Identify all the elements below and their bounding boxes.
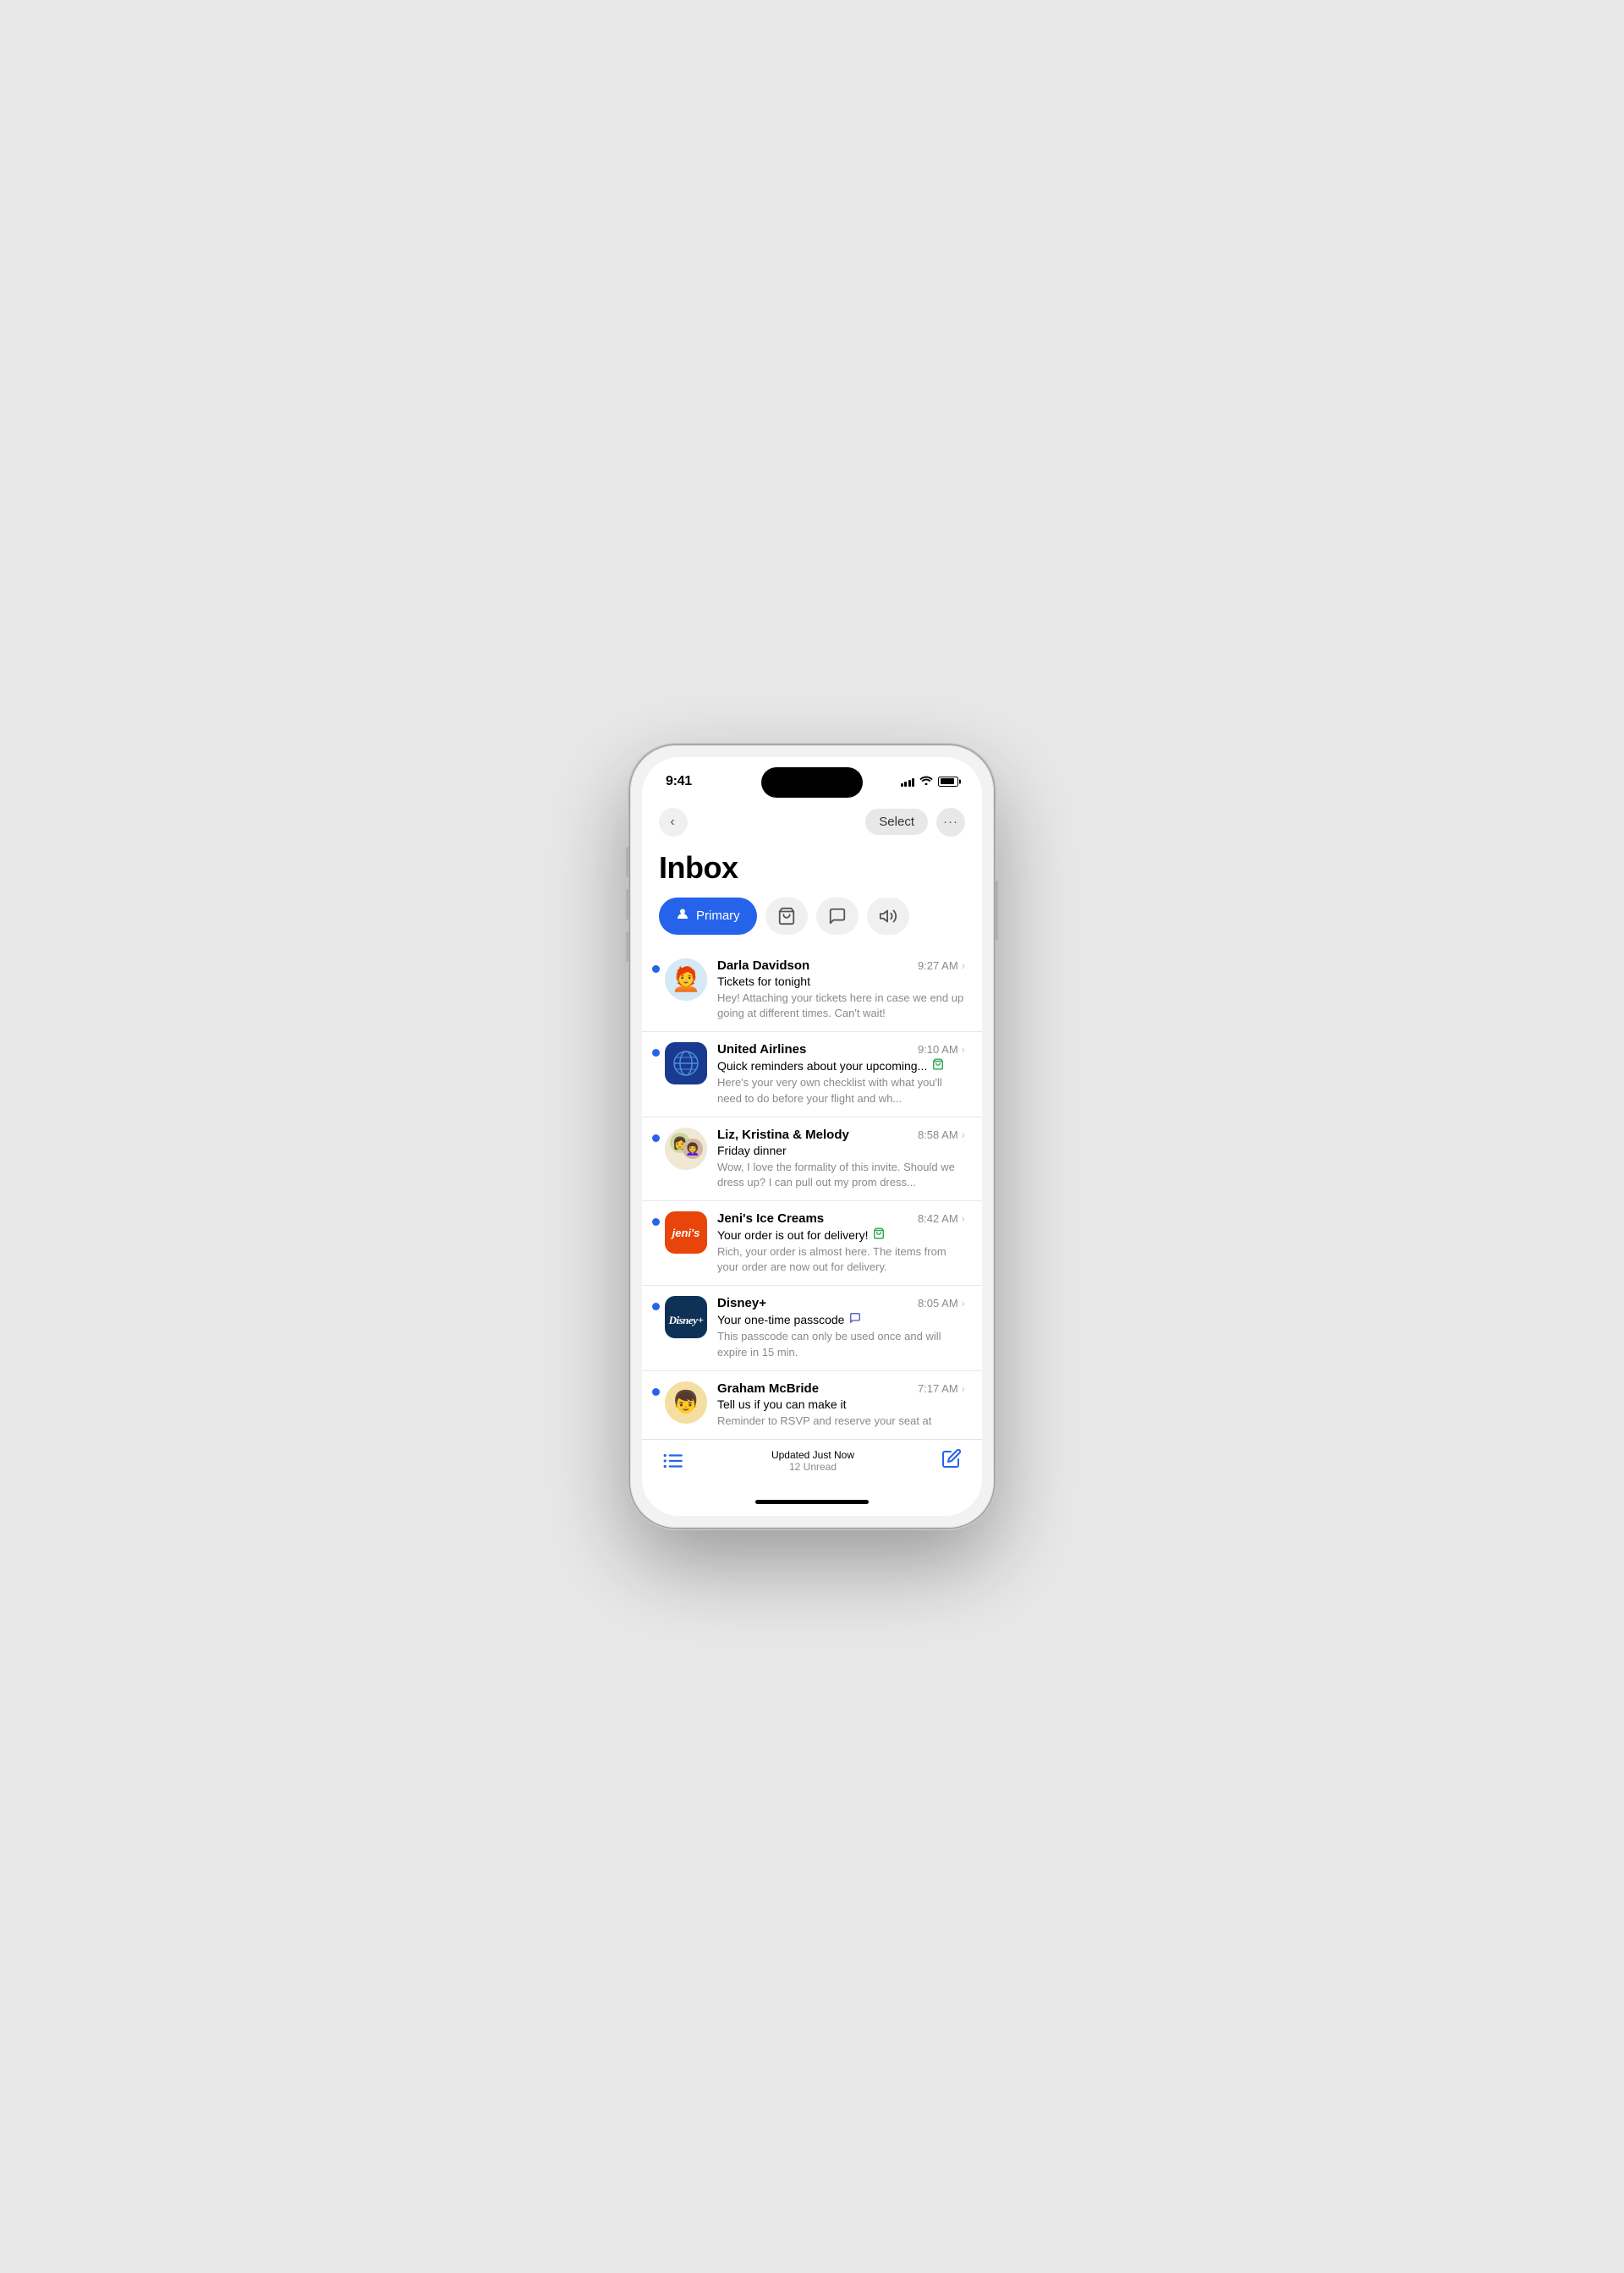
email-time-4: 8:42 AM › <box>918 1212 965 1225</box>
mailboxes-button[interactable] <box>662 1450 684 1472</box>
email-sender-4: Jeni's Ice Creams <box>717 1211 824 1226</box>
wifi-icon <box>919 775 933 788</box>
email-content-3: Liz, Kristina & Melody 8:58 AM › Friday … <box>717 1128 965 1190</box>
email-sender-3: Liz, Kristina & Melody <box>717 1128 849 1142</box>
email-subject-3: Friday dinner <box>717 1144 965 1157</box>
email-preview-6: Reminder to RSVP and reserve your seat a… <box>717 1414 965 1429</box>
select-button[interactable]: Select <box>865 809 928 835</box>
email-sender-2: United Airlines <box>717 1042 806 1057</box>
email-header-5: Disney+ 8:05 AM › <box>717 1296 965 1310</box>
nav-right-actions: Select ··· <box>865 808 965 837</box>
back-chevron-icon: ‹ <box>670 815 674 830</box>
email-preview-5: This passcode can only be used once and … <box>717 1329 965 1359</box>
unread-dot <box>652 1049 660 1057</box>
updated-text: Updated Just Now <box>771 1449 854 1461</box>
unread-dot <box>652 965 660 973</box>
email-subject-5: Your one-time passcode <box>717 1312 965 1326</box>
dynamic-island <box>761 767 863 798</box>
avatar-graham: 👦 <box>665 1381 707 1424</box>
unread-dot <box>652 1303 660 1310</box>
battery-icon <box>938 777 958 787</box>
more-button[interactable]: ··· <box>936 808 965 837</box>
phone-screen: 9:41 <box>642 757 982 1516</box>
svg-text:👩‍🦱: 👩‍🦱 <box>685 1141 700 1156</box>
avatar-darla: 🧑‍🦰 <box>665 958 707 1001</box>
email-subject-6: Tell us if you can make it <box>717 1397 965 1411</box>
bottom-status: Updated Just Now 12 Unread <box>771 1449 854 1473</box>
chevron-right-icon: › <box>962 1128 965 1141</box>
category-tabs: Primary <box>642 898 982 948</box>
email-sender-1: Darla Davidson <box>717 958 809 973</box>
email-item-2[interactable]: United Airlines 9:10 AM › Quick reminder… <box>642 1032 982 1117</box>
bottom-bar: Updated Just Now 12 Unread <box>642 1439 982 1487</box>
message-tag-icon <box>849 1312 861 1326</box>
home-bar <box>755 1500 869 1504</box>
tab-primary-label: Primary <box>696 909 740 923</box>
chevron-right-icon: › <box>962 959 965 972</box>
signal-icon <box>901 777 915 787</box>
shopping-tag-icon-2 <box>873 1227 885 1242</box>
avatar-group: 👩 👩‍🦱 <box>665 1128 707 1170</box>
email-header-6: Graham McBride 7:17 AM › <box>717 1381 965 1396</box>
chevron-right-icon: › <box>962 1297 965 1309</box>
email-item-5[interactable]: Disney+ Disney+ 8:05 AM › Your one-time … <box>642 1286 982 1370</box>
email-subject-2: Quick reminders about your upcoming... <box>717 1058 965 1073</box>
email-item-1[interactable]: 🧑‍🦰 Darla Davidson 9:27 AM › Tickets for… <box>642 948 982 1032</box>
email-sender-5: Disney+ <box>717 1296 766 1310</box>
email-time-2: 9:10 AM › <box>918 1043 965 1056</box>
email-content-5: Disney+ 8:05 AM › Your one-time passcode <box>717 1296 965 1359</box>
email-item-4[interactable]: jeni's Jeni's Ice Creams 8:42 AM › Your … <box>642 1201 982 1286</box>
tab-shopping[interactable] <box>765 898 808 935</box>
unread-dot <box>652 1218 660 1226</box>
status-icons <box>901 775 959 788</box>
person-icon <box>676 907 689 925</box>
email-subject-4: Your order is out for delivery! <box>717 1227 965 1242</box>
email-time-3: 8:58 AM › <box>918 1128 965 1141</box>
email-header-4: Jeni's Ice Creams 8:42 AM › <box>717 1211 965 1226</box>
chevron-right-icon: › <box>962 1382 965 1395</box>
email-item-3[interactable]: 👩 👩‍🦱 Liz, Kristina & Melody 8:58 AM › <box>642 1117 982 1201</box>
email-content-6: Graham McBride 7:17 AM › Tell us if you … <box>717 1381 965 1429</box>
phone-device: 9:41 <box>630 745 994 1528</box>
avatar-disney: Disney+ <box>665 1296 707 1338</box>
email-preview-2: Here's your very own checklist with what… <box>717 1075 965 1106</box>
avatar-jenis: jeni's <box>665 1211 707 1254</box>
tab-primary[interactable]: Primary <box>659 898 757 935</box>
home-indicator <box>642 1487 982 1516</box>
email-content-4: Jeni's Ice Creams 8:42 AM › Your order i… <box>717 1211 965 1275</box>
svg-text:Disney+: Disney+ <box>668 1314 704 1326</box>
email-item-6[interactable]: 👦 Graham McBride 7:17 AM › Tell us if yo… <box>642 1371 982 1439</box>
email-preview-1: Hey! Attaching your tickets here in case… <box>717 991 965 1021</box>
unread-dot <box>652 1388 660 1396</box>
chevron-right-icon: › <box>962 1212 965 1225</box>
unread-dot <box>652 1134 660 1142</box>
email-time-6: 7:17 AM › <box>918 1382 965 1395</box>
email-preview-4: Rich, your order is almost here. The ite… <box>717 1244 965 1275</box>
email-content-1: Darla Davidson 9:27 AM › Tickets for ton… <box>717 958 965 1021</box>
email-subject-1: Tickets for tonight <box>717 975 965 988</box>
email-time-5: 8:05 AM › <box>918 1297 965 1309</box>
tab-promotions[interactable] <box>816 898 859 935</box>
avatar-united <box>665 1042 707 1084</box>
shopping-tag-icon <box>932 1058 944 1073</box>
tab-updates[interactable] <box>867 898 909 935</box>
email-list: 🧑‍🦰 Darla Davidson 9:27 AM › Tickets for… <box>642 948 982 1439</box>
email-header-2: United Airlines 9:10 AM › <box>717 1042 965 1057</box>
unread-count: 12 Unread <box>771 1461 854 1473</box>
inbox-title: Inbox <box>642 843 982 898</box>
compose-button[interactable] <box>941 1448 962 1474</box>
email-header-3: Liz, Kristina & Melody 8:58 AM › <box>717 1128 965 1142</box>
email-time-1: 9:27 AM › <box>918 959 965 972</box>
email-sender-6: Graham McBride <box>717 1381 819 1396</box>
back-button[interactable]: ‹ <box>659 808 688 837</box>
nav-bar: ‹ Select ··· <box>642 801 982 843</box>
email-content-2: United Airlines 9:10 AM › Quick reminder… <box>717 1042 965 1106</box>
status-time: 9:41 <box>666 774 692 789</box>
chevron-right-icon: › <box>962 1043 965 1056</box>
email-preview-3: Wow, I love the formality of this invite… <box>717 1160 965 1190</box>
email-header-1: Darla Davidson 9:27 AM › <box>717 958 965 973</box>
